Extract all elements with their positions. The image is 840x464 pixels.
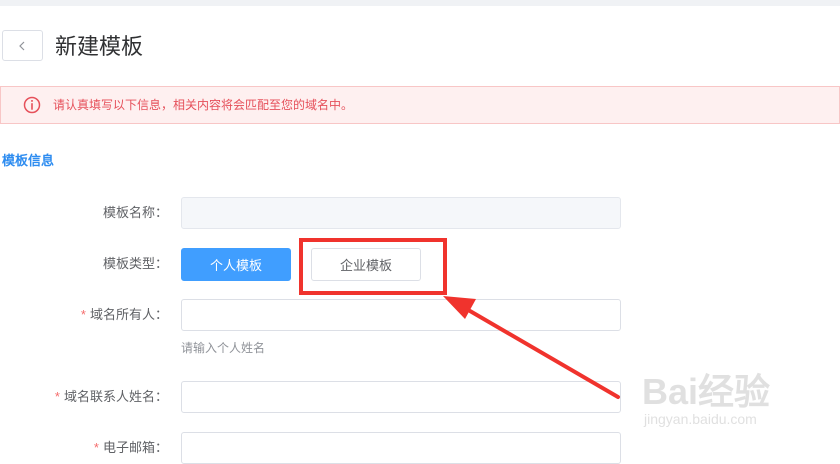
back-button[interactable]	[2, 30, 43, 61]
contact-name-label: * 域名联系人姓名：	[55, 387, 168, 407]
template-type-label: 模板类型：	[102, 256, 168, 271]
enterprise-template-button[interactable]: 企业模板	[311, 248, 421, 281]
contact-name-input[interactable]	[181, 381, 621, 413]
top-strip	[0, 0, 840, 6]
contact-name-label-text: 域名联系人姓名：	[63, 389, 168, 404]
domain-owner-label-text: 域名所有人：	[89, 307, 168, 322]
alert-text: 请认真填写以下信息，相关内容将会匹配至您的域名中。	[53, 98, 354, 112]
watermark-brand: Bai经验	[642, 371, 771, 412]
required-mark: *	[54, 389, 60, 404]
chevron-left-icon	[18, 41, 24, 50]
template-name-label: 模板名称：	[102, 205, 168, 220]
watermark-url: jingyan.baidu.com	[644, 411, 757, 427]
domain-owner-hint: 请输入个人姓名	[181, 341, 266, 355]
info-circle-icon	[23, 96, 41, 114]
domain-owner-input[interactable]	[181, 299, 621, 331]
email-label-text: 电子邮箱：	[102, 440, 168, 455]
personal-template-button[interactable]: 个人模板	[181, 248, 291, 281]
watermark: Bai经验 jingyan.baidu.com	[640, 355, 840, 450]
domain-owner-label: * 域名所有人：	[81, 305, 168, 325]
required-mark: *	[80, 307, 86, 322]
page-title: 新建模板	[55, 34, 144, 59]
email-label: * 电子邮箱：	[94, 438, 168, 458]
email-input[interactable]	[181, 432, 621, 464]
template-name-input[interactable]	[181, 197, 621, 229]
section-title: 模板信息	[2, 153, 55, 168]
alert-banner: 请认真填写以下信息，相关内容将会匹配至您的域名中。	[0, 86, 840, 124]
required-mark: *	[93, 440, 99, 455]
